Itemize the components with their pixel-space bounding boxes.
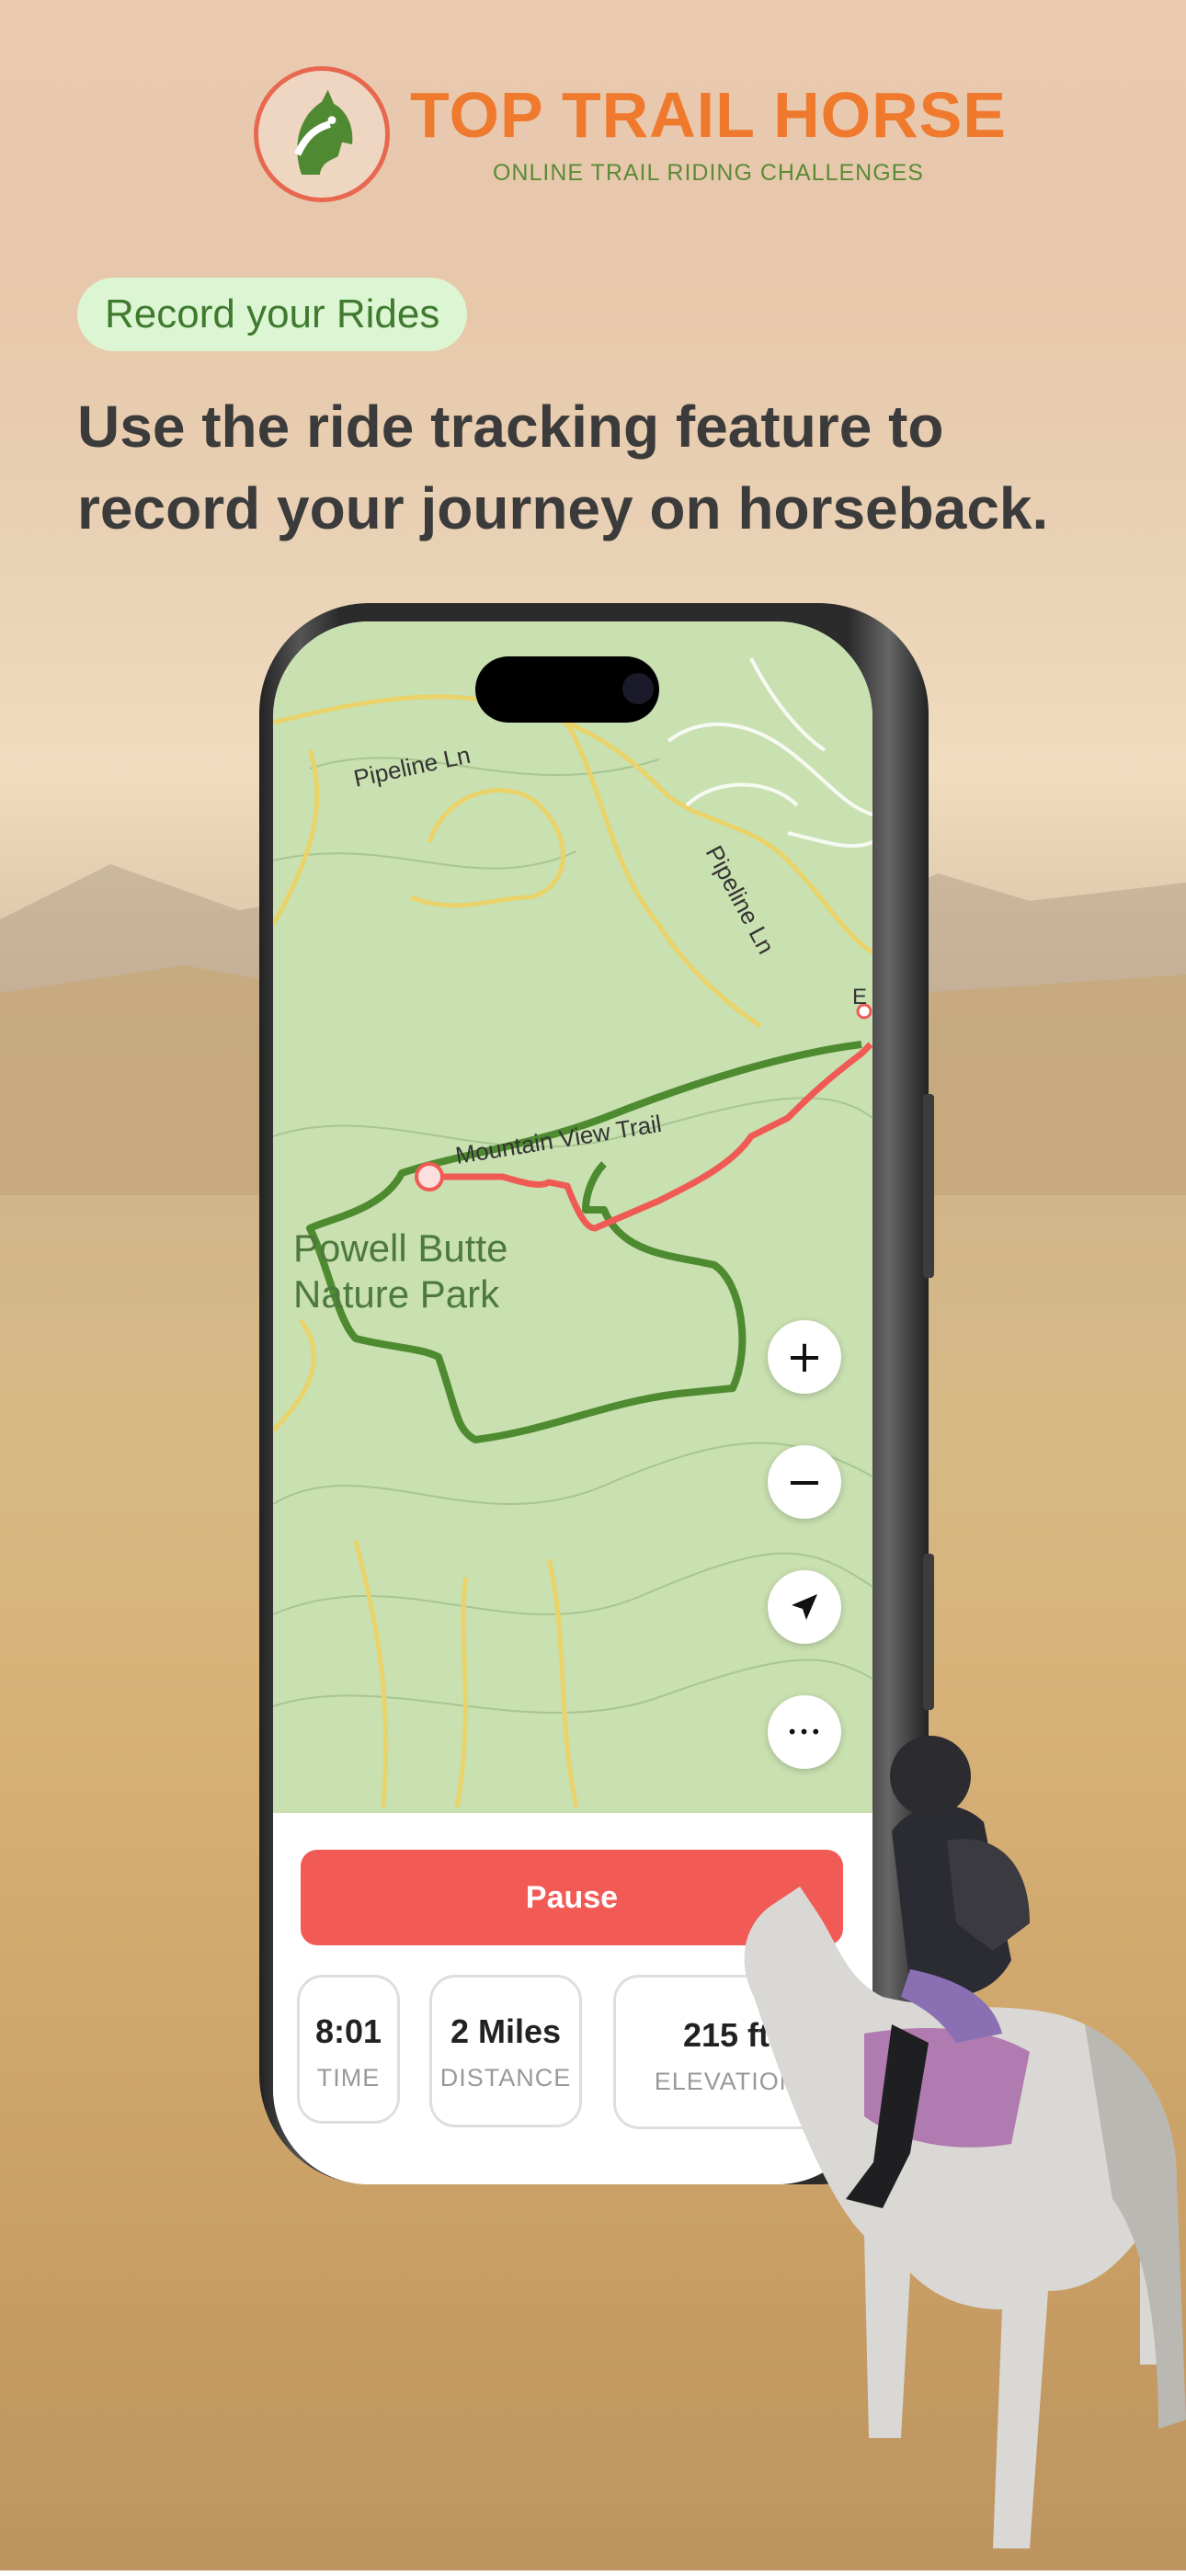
feature-pill: Record your Rides <box>77 278 468 351</box>
headline-line-1: Use the ride tracking feature to <box>77 393 944 460</box>
map-streets <box>667 657 872 849</box>
phone-side-button <box>923 1094 934 1278</box>
stat-time: 8:01 TIME <box>297 1975 400 2124</box>
brand-title: TOP TRAIL HORSE <box>410 78 1007 151</box>
zoom-in-button[interactable]: + <box>768 1320 841 1394</box>
stat-distance: 2 Miles DISTANCE <box>429 1975 582 2127</box>
headline: Use the ride tracking feature to record … <box>77 386 1135 550</box>
brand-subtitle: ONLINE TRAIL RIDING CHALLENGES <box>492 159 924 186</box>
trail-label: Mountain View Trail <box>453 1110 663 1169</box>
phone-side-button-lower <box>923 1554 934 1710</box>
zoom-out-button[interactable]: − <box>768 1445 841 1519</box>
stat-time-label: TIME <box>316 2064 381 2092</box>
stat-time-value: 8:01 <box>314 2012 382 2050</box>
horse-and-rider-photo <box>744 1736 1186 2548</box>
park-label-line-2: Nature Park <box>293 1272 500 1316</box>
front-camera <box>622 673 654 704</box>
stat-distance-value: 2 Miles <box>450 2012 562 2050</box>
plus-icon: + <box>785 1331 824 1383</box>
edge-label: E <box>852 985 867 1009</box>
navigation-arrow-icon <box>792 1594 817 1620</box>
horse-head-logo-icon <box>254 66 390 202</box>
start-marker <box>415 1162 444 1191</box>
stat-distance-label: DISTANCE <box>439 2064 572 2092</box>
locate-button[interactable] <box>768 1570 841 1644</box>
trail-map[interactable]: Pipeline Ln Pipeline Ln Mountain View Tr… <box>273 621 872 1813</box>
park-label-line-1: Powell Butte <box>293 1226 507 1270</box>
brand-logo: TOP TRAIL HORSE ONLINE TRAIL RIDING CHAL… <box>254 66 1007 202</box>
headline-line-2: record your journey on horseback. <box>77 475 1049 541</box>
minus-icon: − <box>785 1456 824 1508</box>
road-label-1: Pipeline Ln <box>351 741 473 792</box>
road-label-2: Pipeline Ln <box>701 841 781 959</box>
